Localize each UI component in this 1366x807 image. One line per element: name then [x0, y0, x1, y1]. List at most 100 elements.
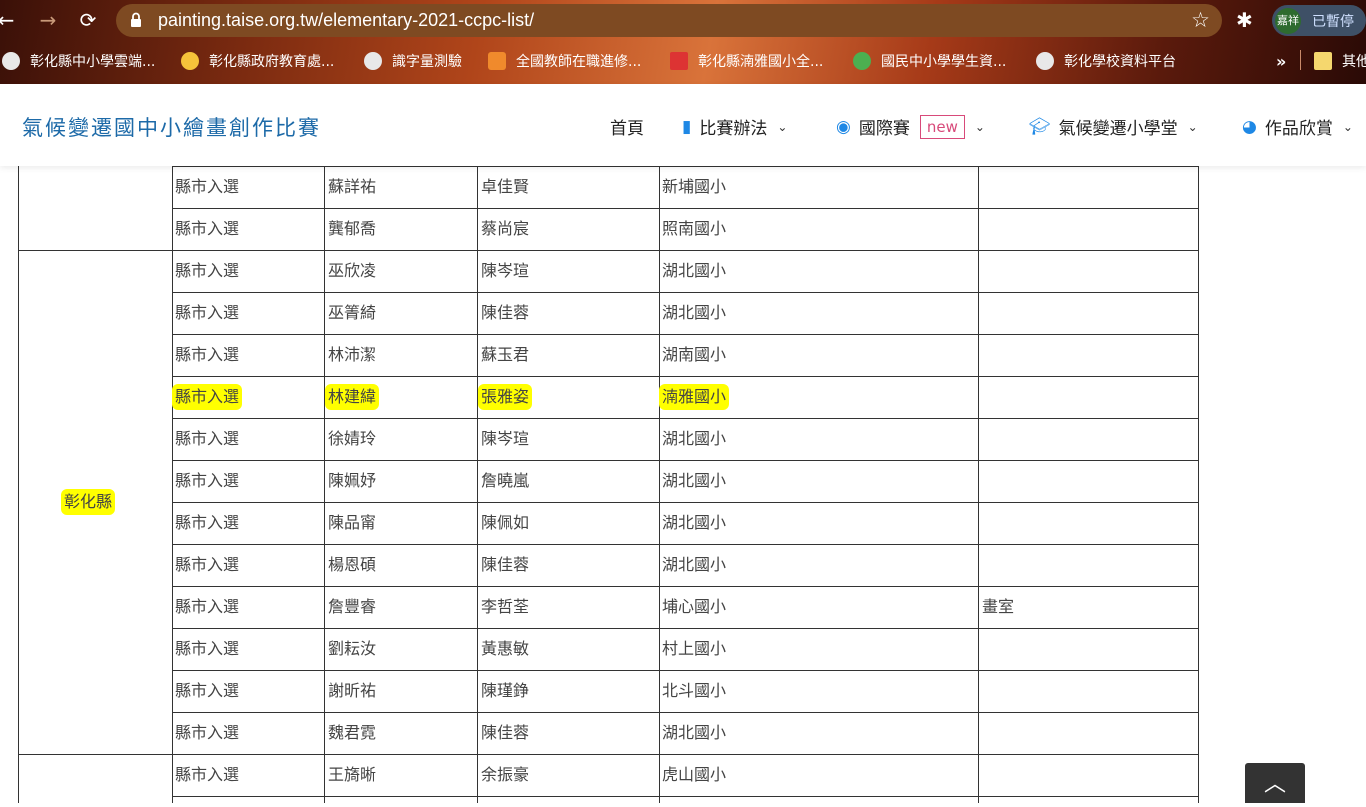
globe-icon [364, 52, 382, 70]
back-arrow-icon[interactable]: ← [0, 8, 18, 32]
book-icon: ▮ [682, 116, 692, 137]
cell-school: 湖北國小 [662, 429, 727, 448]
cell-school: 北斗國小 [662, 681, 727, 700]
omnibox[interactable]: painting.taise.org.tw/elementary-2021-cc… [116, 4, 1222, 37]
nav-item-gallery[interactable]: ◕ 作品欣賞 ⌄ [1242, 114, 1353, 140]
nav-item-climate-school[interactable]: 🎓︎ 氣候變遷小學堂 ⌄ [1029, 114, 1198, 140]
table-row-border [172, 208, 1199, 209]
table-row-border [172, 628, 1199, 629]
cell-award: 縣市入選 [175, 639, 240, 658]
cell-teacher: 張雅姿 [481, 387, 530, 407]
folder-icon [1314, 52, 1332, 70]
table-row-border [172, 712, 1199, 713]
bookmark-item[interactable]: 彰化縣湳雅國小全... [670, 50, 823, 72]
globe-icon [2, 52, 20, 70]
cell-note: 畫室 [982, 597, 1015, 616]
table-column-border [172, 166, 173, 803]
scroll-to-top-button[interactable]: ︿ [1245, 763, 1305, 803]
cell-teacher: 余振豪 [481, 765, 530, 784]
cell-teacher: 陳岑瑄 [481, 429, 530, 448]
bookmark-item[interactable]: 國民中小學學生資... [853, 50, 1006, 72]
bookmark-item[interactable]: 全國教師在職進修... [488, 50, 641, 72]
bookmark-star-icon[interactable]: ☆ [1191, 8, 1210, 32]
profile-status: 已暫停 [1312, 14, 1354, 30]
cell-student: 劉耘汝 [328, 639, 377, 658]
cell-teacher: 蘇玉君 [481, 345, 530, 364]
cell-student: 龔郁喬 [328, 219, 377, 238]
palette-icon: ◕ [1242, 116, 1257, 137]
extensions-puzzle-icon[interactable]: ✱ [1236, 8, 1253, 32]
cell-school: 照南國小 [662, 219, 727, 238]
address-bar-row: ← → ⟳ painting.taise.org.tw/elementary-2… [0, 0, 1366, 40]
table-row-border [172, 544, 1199, 545]
cell-student: 陳品甯 [328, 513, 377, 532]
bookmark-item[interactable]: 彰化縣政府教育處... [181, 50, 334, 72]
bookmark-item[interactable]: 彰化學校資料平台 [1036, 50, 1176, 72]
cell-student: 林沛潔 [328, 345, 377, 364]
other-bookmarks-folder[interactable]: 其他 [1314, 50, 1366, 72]
table-row-border [172, 670, 1199, 671]
cell-school: 湖北國小 [662, 555, 727, 574]
cell-school: 湖北國小 [662, 471, 727, 490]
cell-teacher: 陳佳蓉 [481, 303, 530, 322]
profile-button[interactable]: 嘉祥 已暫停 [1272, 5, 1366, 36]
cell-school: 新埔國小 [662, 177, 727, 196]
cell-school: 湖北國小 [662, 303, 727, 322]
cell-teacher: 黃惠敏 [481, 639, 530, 658]
nav-item-rules[interactable]: ▮ 比賽辦法 ⌄ [682, 114, 787, 140]
site-logo[interactable]: 氣候變遷國中小繪畫創作比賽 [22, 112, 321, 142]
bookmarks-bar: 彰化縣中小學雲端... 彰化縣政府教育處... 識字量測驗 全國教師在職進修..… [0, 42, 1366, 80]
cell-award: 縣市入選 [175, 345, 240, 364]
bookmarks-overflow-button[interactable]: » [1276, 50, 1286, 72]
url-text[interactable]: painting.taise.org.tw/elementary-2021-cc… [158, 10, 534, 31]
table-row-border [172, 292, 1199, 293]
cell-school: 湳雅國小 [662, 387, 727, 407]
county-label: 彰化縣 [64, 492, 113, 512]
table-row-border [172, 460, 1199, 461]
cell-student: 蘇詳祐 [328, 177, 377, 196]
cell-student: 林建緯 [328, 387, 377, 407]
cell-student: 徐婧玲 [328, 429, 377, 448]
cell-teacher: 詹曉嵐 [481, 471, 530, 490]
cell-award: 縣市入選 [175, 597, 240, 616]
cell-school: 湖北國小 [662, 261, 727, 280]
table-row-border [172, 376, 1199, 377]
forward-arrow-icon[interactable]: → [36, 8, 60, 32]
cell-teacher: 卓佳賢 [481, 177, 530, 196]
table-column-border [18, 166, 19, 803]
site-header: 氣候變遷國中小繪畫創作比賽 首頁 ▮ 比賽辦法 ⌄ ◉ 國際賽 new ⌄ 🎓︎ 氣候變遷小… [0, 84, 1366, 166]
cell-student: 魏君霓 [328, 723, 377, 742]
person-icon [488, 52, 506, 70]
chevron-down-icon: ⌄ [1187, 119, 1198, 134]
cell-award: 縣市入選 [175, 471, 240, 490]
cell-teacher: 陳瑾錚 [481, 681, 530, 700]
cell-award: 縣市入選 [175, 723, 240, 742]
table-row-border [172, 502, 1199, 503]
nav-item-home[interactable]: 首頁 [610, 114, 644, 139]
nav-item-international[interactable]: ◉ 國際賽 new ⌄ [836, 114, 985, 139]
cell-student: 巫箐綺 [328, 303, 377, 322]
cell-school: 虎山國小 [662, 765, 727, 784]
globe-icon [1036, 52, 1054, 70]
table-row-border [172, 586, 1199, 587]
browser-chrome: ← → ⟳ painting.taise.org.tw/elementary-2… [0, 0, 1366, 84]
new-badge: new [919, 114, 965, 139]
table-column-border [324, 166, 325, 803]
table-row-border [172, 418, 1199, 419]
county-group-border [18, 250, 172, 251]
cell-award: 縣市入選 [175, 261, 240, 280]
table-row-border [172, 250, 1199, 251]
reload-icon[interactable]: ⟳ [76, 8, 100, 32]
cell-award: 縣市入選 [175, 303, 240, 322]
sprout-icon [853, 52, 871, 70]
chevron-down-icon: ⌄ [1342, 119, 1353, 134]
bookmark-item[interactable]: 識字量測驗 [364, 50, 462, 72]
cell-award: 縣市入選 [175, 219, 240, 238]
cell-school: 埔心國小 [662, 597, 727, 616]
weather-icon [181, 52, 199, 70]
cell-student: 陳姵妤 [328, 471, 377, 490]
county-group-border [18, 754, 172, 755]
bookmark-item[interactable]: 彰化縣中小學雲端... [2, 50, 155, 72]
cell-school: 村上國小 [662, 639, 727, 658]
table-row-border [172, 334, 1199, 335]
